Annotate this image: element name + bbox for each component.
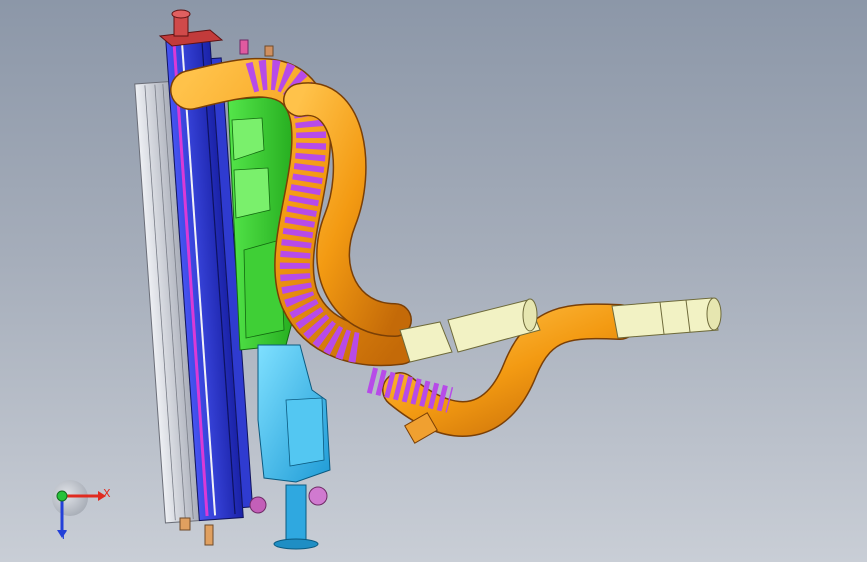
cad-graphics-area[interactable]: X Y [0, 0, 867, 562]
reference-triad: X Y [40, 478, 120, 548]
expansion-bracket[interactable] [257, 344, 331, 550]
filler-cap[interactable] [158, 9, 224, 47]
triad-y-label: Y [60, 529, 67, 542]
radiator-assembly-model[interactable] [0, 0, 867, 562]
triad-x-label: X [103, 487, 111, 500]
